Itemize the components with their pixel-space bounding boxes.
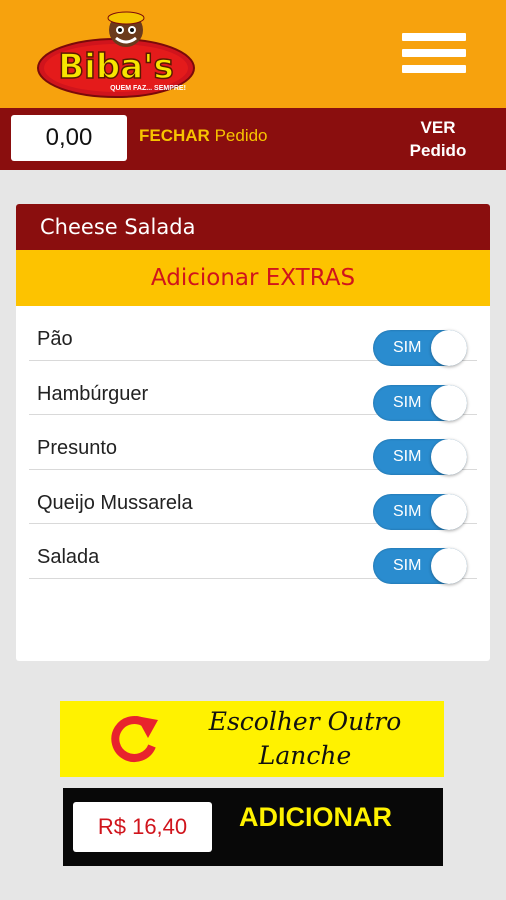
close-order-strong: FECHAR	[139, 126, 210, 145]
extra-label: Presunto	[37, 437, 118, 459]
close-order-soft: Pedido	[214, 126, 268, 145]
product-name: Cheese Salada	[16, 204, 490, 250]
add-label: ADICIONAR	[239, 802, 392, 832]
product-card: Cheese Salada Adicionar EXTRAS Pão SIM H…	[16, 204, 490, 661]
choose-another-line2: Lanche	[258, 741, 352, 770]
refresh-arrow-icon	[111, 716, 158, 762]
app-header: Biba's QUEM FAZ... SEMPRE!	[0, 0, 506, 108]
svg-text:QUEM FAZ... SEMPRE!: QUEM FAZ... SEMPRE!	[110, 85, 186, 92]
extra-row-presunto: Presunto SIM	[29, 415, 477, 475]
choose-another-snack-button[interactable]: Escolher Outro Lanche	[60, 701, 444, 777]
extras-list: Pão SIM Hambúrguer SIM Presunto SIM Quei…	[16, 306, 490, 584]
extra-label: Queijo Mussarela	[37, 491, 193, 514]
extra-label: Hambúrguer	[37, 382, 149, 405]
choose-another-label: Escolher Outro Lanche	[172, 705, 438, 773]
add-to-order-button[interactable]: R$ 16,40 ADICIONAR	[63, 788, 443, 866]
extra-label: Pão	[37, 328, 73, 350]
item-price: R$ 16,40	[73, 802, 212, 852]
close-order-button[interactable]: FECHAR Pedido	[139, 126, 268, 146]
bibas-logo[interactable]: Biba's QUEM FAZ... SEMPRE!	[36, 10, 196, 98]
extras-heading: Adicionar EXTRAS	[16, 250, 490, 306]
extra-row-salada: Salada SIM	[29, 524, 477, 584]
order-bar: 0,00 FECHAR Pedido VER Pedido	[0, 108, 506, 170]
order-total-field: 0,00	[11, 115, 127, 161]
view-order-line2: Pedido	[409, 141, 467, 160]
extra-row-hamburguer: Hambúrguer SIM	[29, 361, 477, 421]
toggle-text: SIM	[393, 557, 422, 574]
view-order-line1: VER	[420, 118, 456, 137]
extra-label: Salada	[37, 546, 100, 568]
hamburger-menu-icon[interactable]	[402, 33, 466, 79]
extra-toggle-salada[interactable]: SIM	[373, 548, 467, 584]
extra-row-queijo-mussarela: Queijo Mussarela SIM	[29, 470, 477, 530]
svg-text:Biba's: Biba's	[58, 47, 174, 87]
choose-another-line1: Escolher Outro	[208, 707, 402, 736]
view-order-button[interactable]: VER Pedido	[393, 116, 483, 162]
toggle-knob	[431, 548, 467, 584]
extra-row-pao: Pão SIM	[29, 306, 477, 366]
